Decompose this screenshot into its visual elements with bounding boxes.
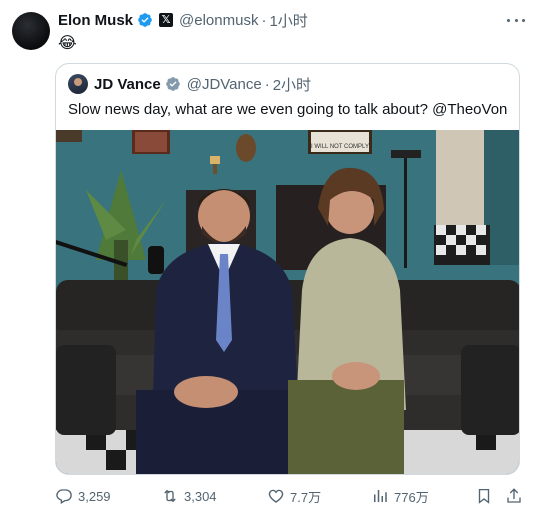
quoted-post[interactable]: JD Vance @JDVance · 2小时 Slow news day, w… — [55, 63, 520, 475]
quoted-header: JD Vance @JDVance · 2小时 — [68, 74, 311, 94]
separator: · — [264, 75, 270, 93]
like-icon — [268, 489, 284, 503]
reply-count: 3,259 — [78, 488, 111, 504]
quoted-text: Slow news day, what are we even going to… — [68, 101, 508, 118]
views-count: 776万 — [394, 489, 429, 505]
separator: · — [261, 11, 267, 29]
more-options-icon[interactable] — [507, 12, 525, 28]
quoted-author-avatar — [68, 74, 88, 94]
quoted-time: 2小时 — [272, 76, 312, 94]
post-text: 😂 — [58, 35, 77, 52]
sign-text: I WILL NOT COMPLY — [311, 144, 369, 150]
action-bar: 3,259 3,304 7.7万 776万 — [55, 486, 525, 506]
verified-badge-icon — [165, 77, 180, 91]
verified-badge-icon — [138, 13, 152, 27]
author-handle[interactable]: @elonmusk — [179, 12, 258, 29]
views-button[interactable]: 776万 — [371, 486, 429, 506]
post-time[interactable]: 1小时 — [269, 10, 307, 31]
author-avatar[interactable] — [12, 12, 50, 50]
bookmark-button[interactable] — [475, 486, 498, 506]
repost-button[interactable]: 3,304 — [161, 486, 217, 506]
x-logo-badge: 𝕏 — [159, 13, 174, 27]
author-name[interactable]: Elon Musk — [58, 12, 133, 29]
repost-icon — [164, 489, 176, 503]
post-header: Elon Musk 𝕏 @elonmusk · 1小时 — [58, 10, 308, 30]
quoted-author-name: JD Vance — [94, 75, 161, 93]
share-button[interactable] — [505, 486, 528, 506]
share-icon — [507, 488, 521, 503]
quoted-author-handle: @JDVance — [186, 75, 262, 93]
like-button[interactable]: 7.7万 — [267, 486, 321, 506]
bookmark-icon — [478, 488, 490, 504]
reply-button[interactable]: 3,259 — [55, 486, 111, 506]
views-icon — [374, 490, 387, 502]
like-count: 7.7万 — [290, 489, 322, 505]
repost-count: 3,304 — [184, 488, 217, 504]
reply-icon — [56, 489, 72, 504]
quoted-photo[interactable]: I WILL NOT COMPLY — [56, 130, 520, 475]
